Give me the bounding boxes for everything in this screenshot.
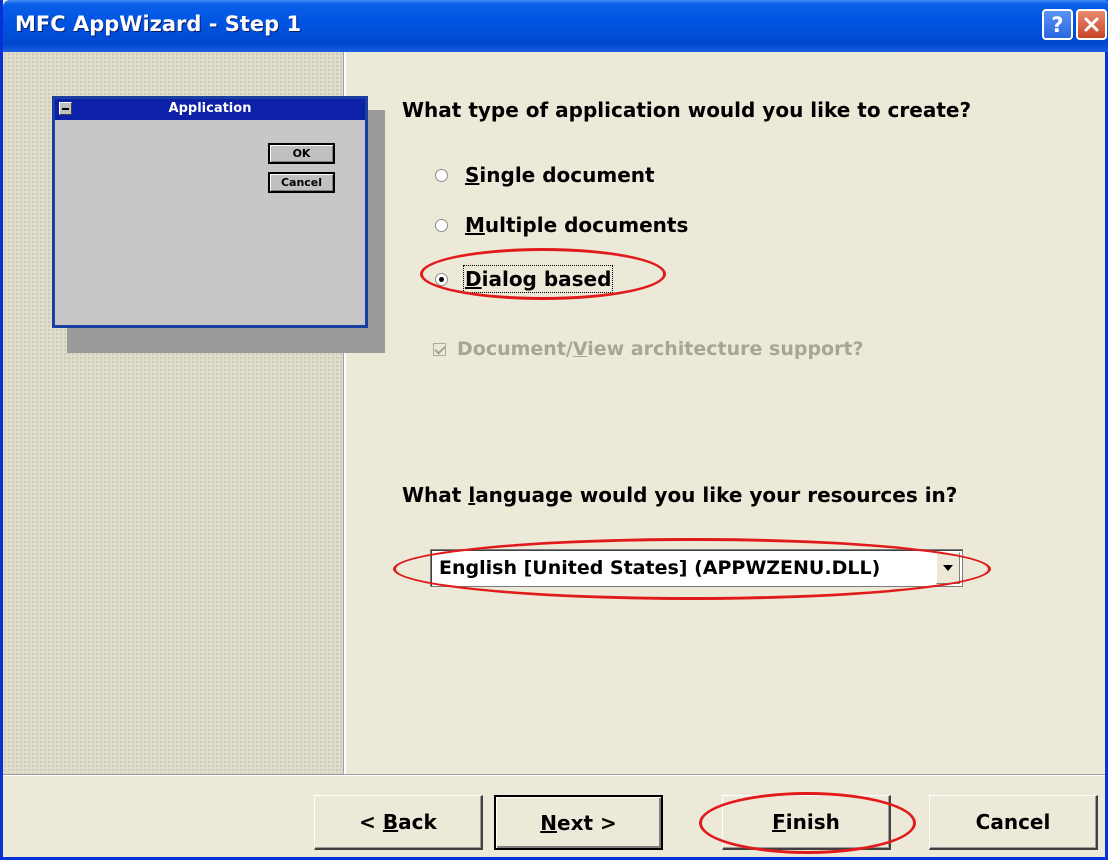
radio-icon	[435, 168, 448, 182]
mnemonic: V	[572, 338, 588, 360]
preview-title-bar: Application	[55, 99, 365, 120]
dropdown-arrow-icon	[943, 565, 953, 571]
mnemonic: D	[465, 267, 482, 291]
radio-dialog-based[interactable]: Dialog based	[435, 265, 614, 293]
dropdown-button[interactable]	[936, 552, 960, 584]
radio-icon	[435, 218, 448, 232]
label-rest: ialog based	[481, 267, 612, 291]
preview-ok-button: OK	[268, 143, 335, 164]
preview-title: Application	[168, 101, 252, 116]
checkbox-icon	[433, 342, 446, 356]
application-preview: Application OK Cancel	[52, 96, 368, 328]
radio-icon	[435, 272, 448, 286]
mnemonic: S	[465, 163, 480, 187]
radio-single-document[interactable]: Single document	[435, 161, 655, 189]
radio-label: Single document	[465, 163, 655, 187]
mnemonic: F	[772, 810, 786, 834]
back-rest: ack	[398, 810, 437, 834]
question-after: anguage would you like your resources in…	[475, 483, 958, 507]
title-bar: MFC AppWizard - Step 1 ?	[3, 0, 1108, 52]
doc-view-checkbox: Document/View architecture support?	[433, 336, 864, 362]
help-button[interactable]: ?	[1042, 9, 1073, 40]
button-bar-divider	[3, 774, 1105, 776]
next-button[interactable]: Next >	[494, 795, 663, 850]
mnemonic: N	[540, 810, 557, 835]
next-rest: ext >	[557, 810, 617, 835]
radio-label: Multiple documents	[465, 213, 688, 237]
close-icon	[1084, 17, 1099, 32]
close-button[interactable]	[1076, 9, 1107, 40]
back-prefix: <	[359, 810, 383, 834]
radio-label: Dialog based	[462, 265, 614, 293]
language-dropdown[interactable]: English [United States] (APPWZENU.DLL)	[430, 549, 963, 587]
label-before: Document/	[457, 338, 573, 360]
language-question: What language would you like your resour…	[402, 483, 957, 507]
preview-cancel-button: Cancel	[268, 172, 335, 193]
app-type-question: What type of application would you like …	[402, 98, 972, 122]
mnemonic: M	[465, 213, 485, 237]
label-rest: ultiple documents	[484, 213, 689, 237]
language-selected: English [United States] (APPWZENU.DLL)	[439, 557, 881, 579]
label-after: iew architecture support?	[587, 338, 864, 360]
radio-multiple-documents[interactable]: Multiple documents	[435, 211, 688, 239]
cancel-button[interactable]: Cancel	[929, 795, 1098, 850]
mnemonic: B	[382, 810, 399, 834]
finish-button[interactable]: Finish	[722, 795, 891, 850]
window-title: MFC AppWizard - Step 1	[15, 12, 302, 36]
doc-view-label: Document/View architecture support?	[457, 338, 864, 360]
finish-rest: inish	[785, 810, 840, 834]
question-before: What	[402, 483, 469, 507]
help-icon: ?	[1051, 12, 1064, 37]
label-rest: ingle document	[479, 163, 655, 187]
back-button[interactable]: < Back	[314, 795, 483, 850]
